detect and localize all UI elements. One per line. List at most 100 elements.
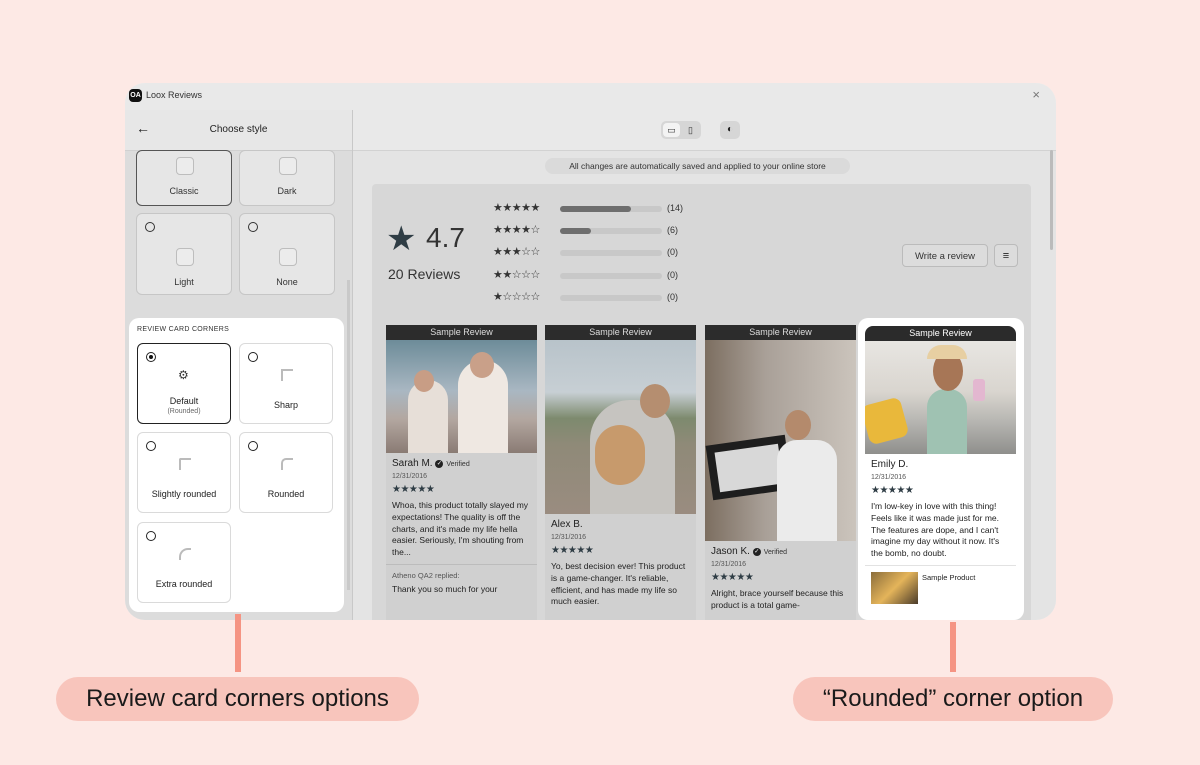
- product-row[interactable]: Sample Product: [865, 564, 1016, 606]
- desktop-view-icon[interactable]: ▭: [663, 123, 680, 137]
- sharp-corner-icon: [281, 369, 293, 381]
- reviewer-name: Emily D.: [871, 459, 909, 470]
- light-swatch: [176, 248, 194, 266]
- title-bar: OA Loox Reviews ×: [125, 83, 1056, 111]
- corner-option-default[interactable]: ⚙ Default (Rounded): [137, 343, 231, 424]
- classic-swatch: [176, 157, 194, 175]
- product-thumbnail: [871, 571, 918, 604]
- dist-bar: [560, 273, 662, 279]
- dist-stars: ★★★★★: [493, 202, 540, 214]
- dist-stars: ★☆☆☆☆: [493, 291, 540, 303]
- reviewer-name: Sarah M.: [392, 458, 433, 469]
- style-option-none[interactable]: None: [239, 213, 335, 295]
- dist-bar: [560, 250, 662, 256]
- dist-count: (14): [667, 203, 684, 213]
- radio-none[interactable]: [248, 222, 258, 232]
- dist-bar: [560, 228, 662, 234]
- mobile-view-icon[interactable]: ▯: [682, 123, 699, 137]
- sidebar-header: ← Choose style: [125, 110, 352, 151]
- corner-option-extra-rounded[interactable]: Extra rounded: [137, 522, 231, 603]
- write-review-button[interactable]: Write a review: [902, 244, 988, 267]
- corner-label-rounded: Rounded: [267, 489, 305, 499]
- radio-sharp[interactable]: [248, 352, 258, 362]
- app-logo: OA: [129, 89, 142, 102]
- preview-toolbar: ▭ ▯ ◐: [353, 110, 1056, 151]
- review-stars: ★★★★★: [711, 572, 754, 583]
- dist-count: (0): [667, 292, 678, 302]
- review-body: Jason K. ✓ Verified 12/31/2016 ★★★★★ Alri…: [705, 541, 856, 617]
- verified-label: Verified: [446, 461, 470, 468]
- sample-review-tag: Sample Review: [545, 325, 696, 340]
- sidebar-title: Choose style: [209, 124, 268, 135]
- style-option-light[interactable]: Light: [136, 213, 232, 295]
- callout-corners-options: Review card corners options: [56, 677, 419, 721]
- theme-contrast-icon[interactable]: ◐: [720, 121, 740, 139]
- review-date: 12/31/2016: [392, 473, 428, 480]
- slightly-rounded-corner-icon: [179, 458, 191, 470]
- style-label-light: Light: [174, 277, 194, 287]
- review-date: 12/31/2016: [871, 474, 907, 481]
- corners-heading: REVIEW CARD CORNERS: [137, 326, 230, 333]
- review-text: Alright, brace yourself because this pro…: [711, 588, 844, 610]
- none-swatch: [279, 248, 297, 266]
- review-body: Sarah M. ✓ Verified 12/31/2016 ★★★★★ Whoa…: [386, 453, 537, 564]
- style-label-none: None: [276, 277, 298, 287]
- corner-label-default: Default: [169, 396, 199, 406]
- reviewer-name: Jason K.: [711, 546, 750, 557]
- verified-check-icon: ✓: [752, 548, 761, 556]
- review-body: Alex B. 12/31/2016 ★★★★★ Yo, best decisi…: [545, 514, 696, 613]
- review-body: Emily D. 12/31/2016 ★★★★★ I'm low-key in…: [865, 454, 1016, 565]
- dist-stars: ★★★☆☆: [493, 246, 540, 258]
- sidebar-scrollbar[interactable]: [347, 280, 350, 590]
- review-stars: ★★★★★: [551, 545, 594, 556]
- rounded-corner-icon: [281, 458, 293, 470]
- rating-star-icon: ★: [386, 220, 417, 258]
- radio-slightly-rounded[interactable]: [146, 441, 156, 451]
- radio-rounded[interactable]: [248, 441, 258, 451]
- app-title: Loox Reviews: [146, 90, 203, 100]
- dist-count: (0): [667, 247, 678, 257]
- autosave-notice: All changes are automatically saved and …: [545, 158, 850, 174]
- callout-connector-right: [950, 622, 956, 672]
- verified-check-icon: ✓: [435, 460, 444, 468]
- corner-label-slightly-rounded: Slightly rounded: [151, 489, 217, 499]
- reply-header: Atheno QA2 replied:: [386, 563, 537, 580]
- reviewer-name: Alex B.: [551, 519, 583, 530]
- radio-light[interactable]: [145, 222, 155, 232]
- radio-default[interactable]: [146, 352, 156, 362]
- corner-label-extra-rounded: Extra rounded: [155, 579, 213, 589]
- dist-fill: [560, 206, 632, 212]
- review-text: Whoa, this product totally slayed my exp…: [392, 500, 529, 558]
- review-photo: [386, 340, 537, 453]
- corner-option-sharp[interactable]: Sharp: [239, 343, 333, 424]
- corner-sublabel-default: (Rounded): [167, 408, 201, 415]
- dist-fill: [560, 228, 591, 234]
- style-label-classic: Classic: [169, 186, 199, 196]
- corner-option-slightly-rounded[interactable]: Slightly rounded: [137, 432, 231, 513]
- review-card-emily[interactable]: Sample Review Emily D. 12/31/2016 ★★★★★ …: [865, 326, 1016, 620]
- review-photo: [705, 340, 856, 541]
- filter-icon[interactable]: ≡: [994, 244, 1018, 267]
- total-reviews: 20 Reviews: [388, 266, 461, 282]
- sample-review-tag: Sample Review: [705, 325, 856, 340]
- device-toggle: ▭ ▯: [661, 121, 701, 139]
- reviewer-name-line: Sarah M. ✓ Verified: [392, 458, 531, 469]
- reply-text: Thank you so much for your: [392, 583, 498, 594]
- review-card-sarah[interactable]: Sample Review Sarah M. ✓ Verified 12/31/2…: [386, 325, 537, 620]
- review-card-corners-panel: REVIEW CARD CORNERS ⚙ Default (Rounded) …: [129, 318, 344, 612]
- dist-bar: [560, 206, 662, 212]
- style-option-dark[interactable]: Dark: [239, 150, 335, 206]
- radio-extra-rounded[interactable]: [146, 531, 156, 541]
- close-icon[interactable]: ×: [1032, 87, 1040, 102]
- style-option-classic[interactable]: Classic: [136, 150, 232, 206]
- preview-scrollbar[interactable]: [1050, 150, 1053, 250]
- review-card-alex[interactable]: Sample Review Alex B. 12/31/2016 ★★★★★ Y…: [545, 325, 696, 620]
- average-rating: 4.7: [426, 222, 465, 253]
- review-date: 12/31/2016: [711, 561, 747, 568]
- corner-option-rounded[interactable]: Rounded: [239, 432, 333, 513]
- review-card-jason[interactable]: Sample Review Jason K. ✓ Verified 12/31/2…: [705, 325, 856, 620]
- dist-bar: [560, 295, 662, 301]
- review-text: Yo, best decision ever! This product is …: [551, 561, 686, 607]
- default-settings-icon: ⚙: [178, 368, 189, 382]
- product-name: Sample Product: [922, 572, 976, 582]
